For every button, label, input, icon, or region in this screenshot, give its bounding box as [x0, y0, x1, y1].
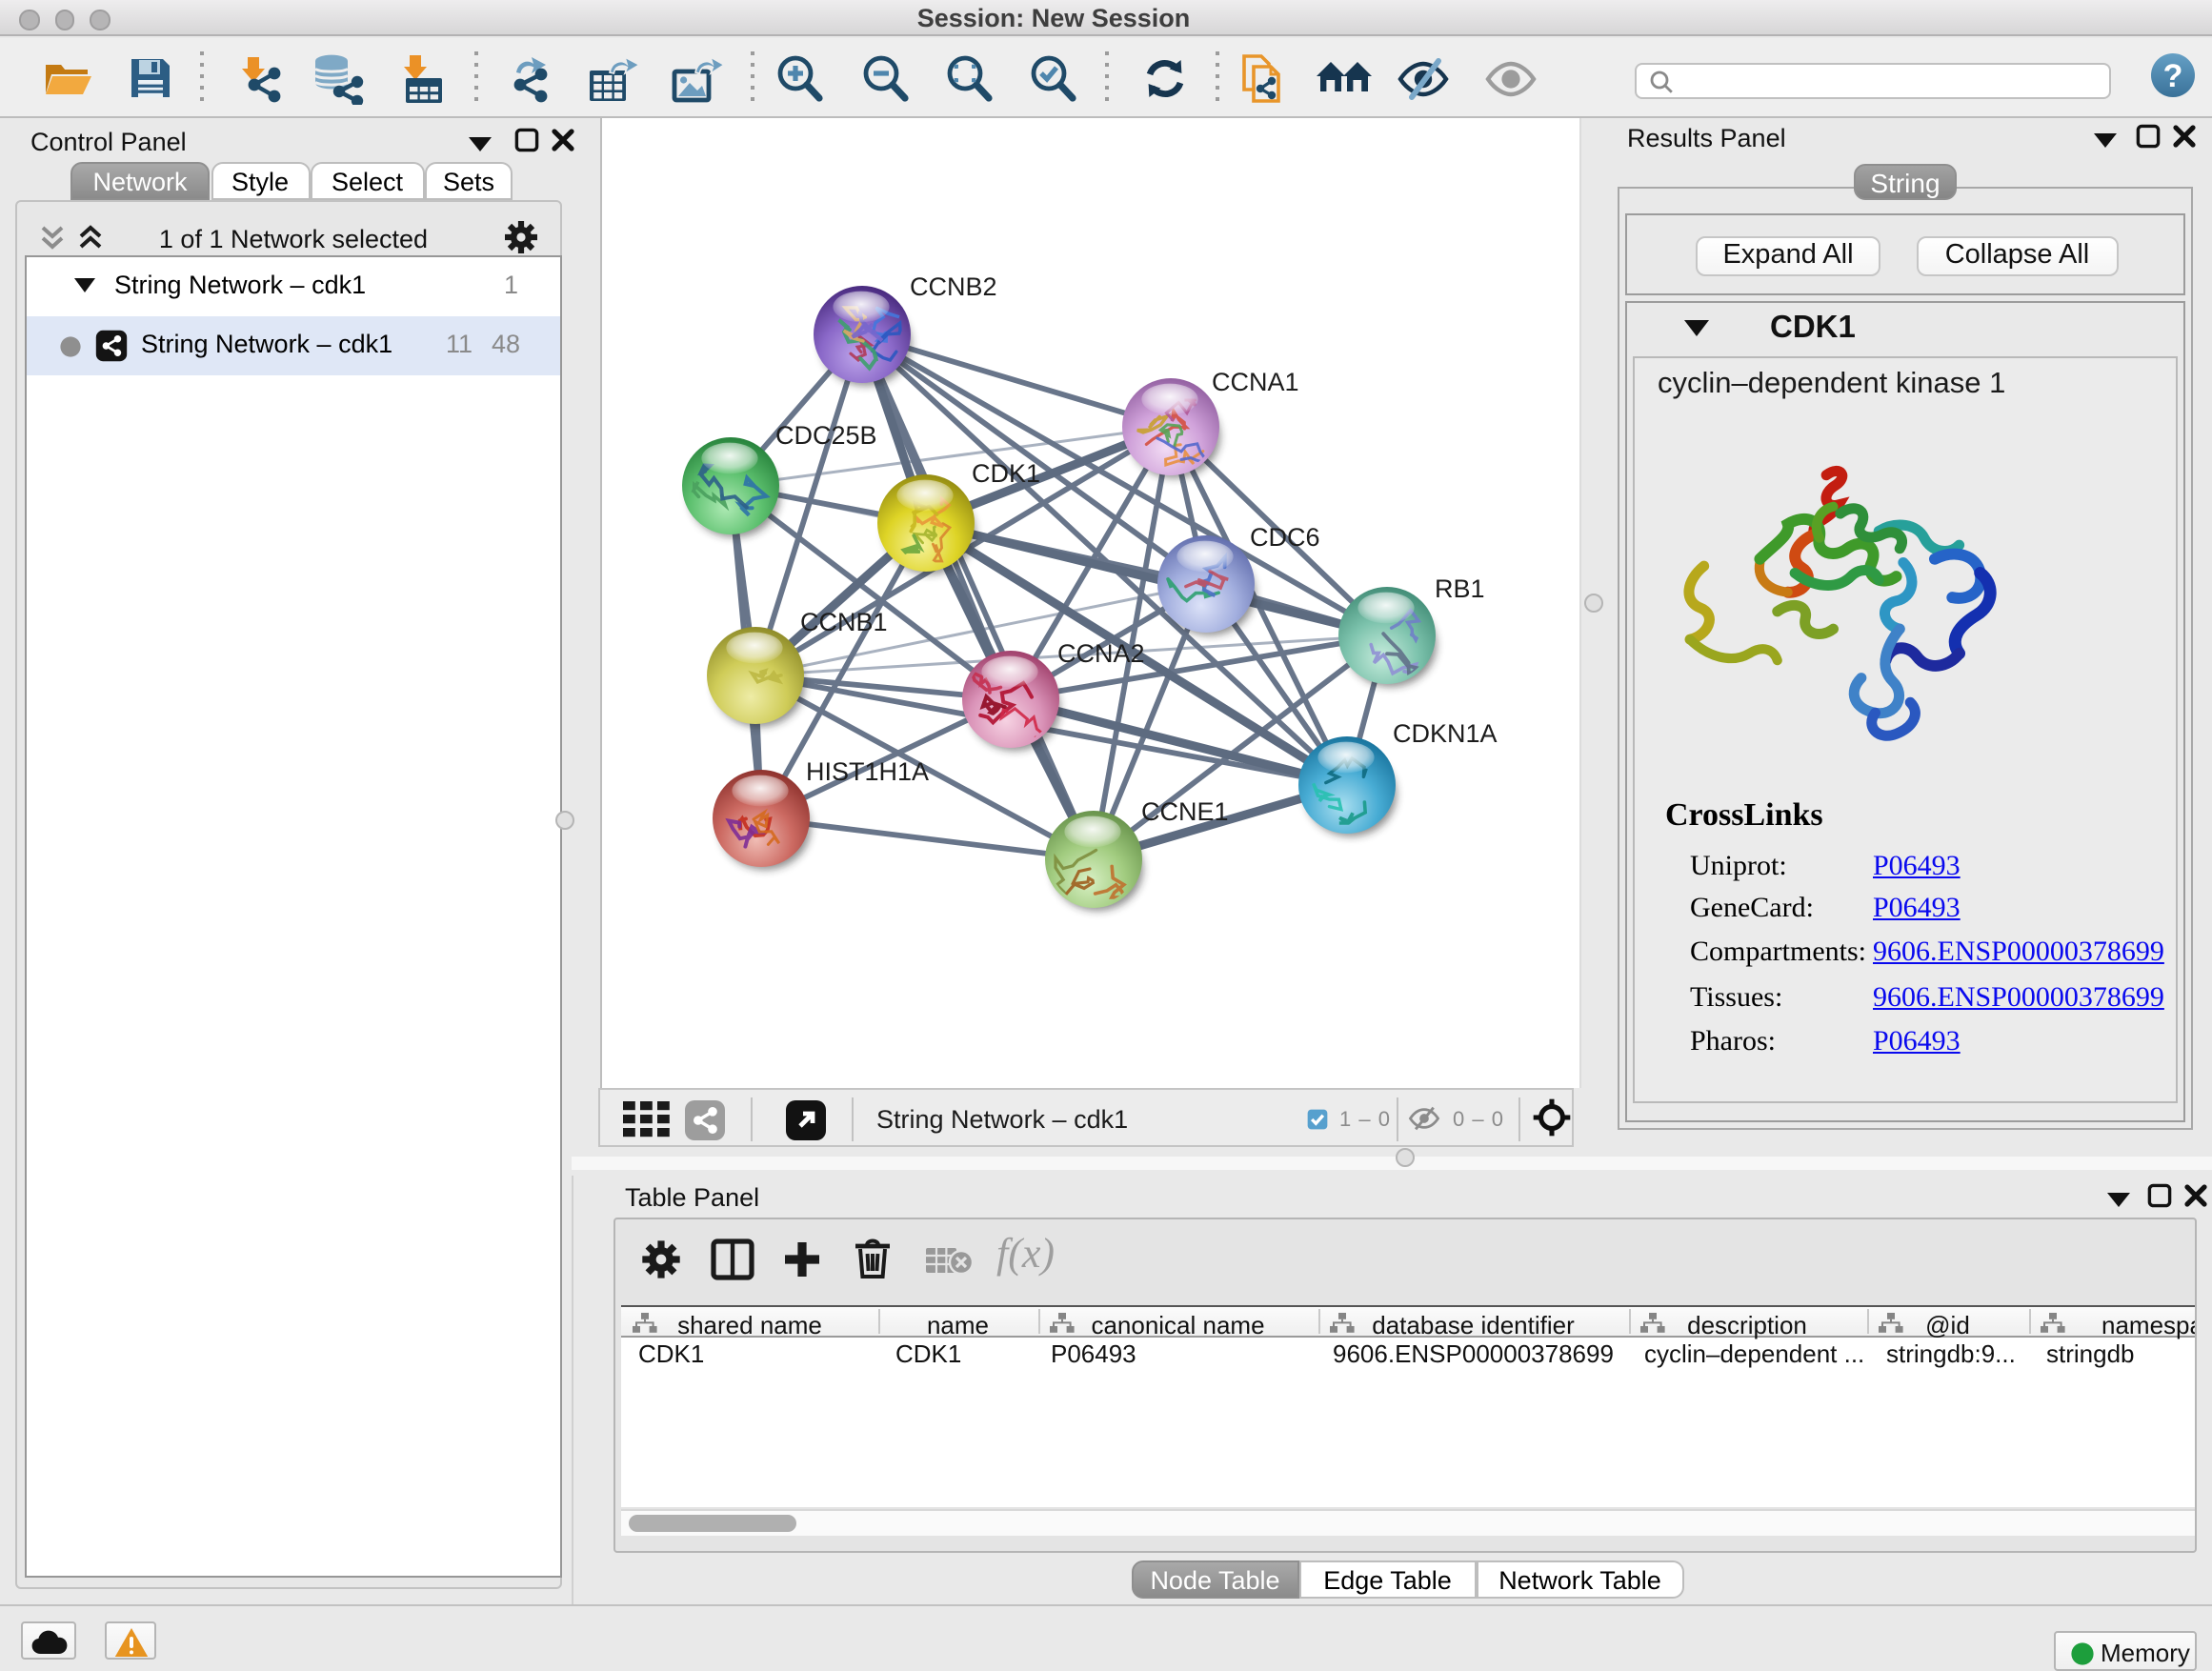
- svg-text:?: ?: [2163, 58, 2183, 94]
- svg-text:RB1: RB1: [1434, 574, 1484, 603]
- svg-text:CCNA2: CCNA2: [1056, 639, 1144, 668]
- svg-text:CCNA1: CCNA1: [1211, 368, 1298, 396]
- svg-text:CDK1: CDK1: [971, 459, 1039, 488]
- svg-text:CDC25B: CDC25B: [774, 421, 876, 450]
- svg-text:CDKN1A: CDKN1A: [1392, 719, 1497, 748]
- svg-text:CCNB2: CCNB2: [909, 272, 996, 301]
- svg-text:CDC6: CDC6: [1249, 523, 1319, 552]
- svg-text:CCNE1: CCNE1: [1140, 797, 1228, 826]
- svg-text:CCNB1: CCNB1: [799, 608, 887, 636]
- svg-text:HIST1H1A: HIST1H1A: [805, 757, 928, 786]
